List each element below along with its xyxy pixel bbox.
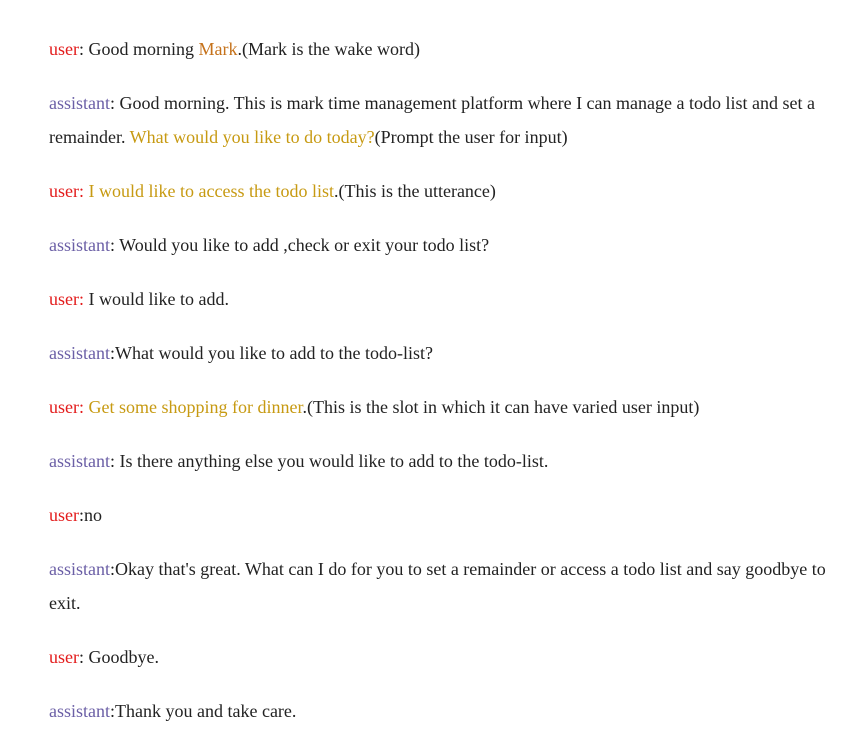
turn-assistant-5: assistant:Okay that's great. What can I … bbox=[49, 552, 837, 620]
message-text: : Would you like to add ,check or exit y… bbox=[110, 235, 490, 255]
message-text: I would like to add. bbox=[88, 289, 229, 309]
slot-highlight: Get some shopping for dinner bbox=[88, 397, 303, 417]
speaker-label-assistant: assistant bbox=[49, 235, 110, 255]
turn-user-1: user: Good morning Mark.(Mark is the wak… bbox=[49, 32, 837, 66]
message-text: : Is there anything else you would like … bbox=[110, 451, 549, 471]
turn-assistant-1: assistant: Good morning. This is mark ti… bbox=[49, 86, 837, 154]
turn-user-3: user: I would like to add. bbox=[49, 282, 837, 316]
speaker-label-user: user bbox=[49, 39, 79, 59]
message-text: :Thank you and take care. bbox=[110, 701, 297, 721]
message-text: :no bbox=[79, 505, 103, 525]
turn-user-6: user: Goodbye. bbox=[49, 640, 837, 674]
speaker-label-assistant: assistant bbox=[49, 451, 110, 471]
speaker-label-user: user bbox=[49, 647, 79, 667]
speaker-label-user: user bbox=[49, 289, 79, 309]
turn-assistant-3: assistant:What would you like to add to … bbox=[49, 336, 837, 370]
wake-word-highlight: Mark bbox=[198, 39, 238, 59]
turn-user-4: user: Get some shopping for dinner.(This… bbox=[49, 390, 837, 424]
turn-assistant-2: assistant: Would you like to add ,check … bbox=[49, 228, 837, 262]
annotation-text: .(This is the utterance) bbox=[333, 181, 496, 201]
annotation-text: .(This is the slot in which it can have … bbox=[302, 397, 700, 417]
message-text: :What would you like to add to the todo-… bbox=[110, 343, 433, 363]
speaker-label-assistant: assistant bbox=[49, 93, 110, 113]
speaker-label-user: user bbox=[49, 505, 79, 525]
speaker-label-user: user bbox=[49, 181, 79, 201]
message-text: :Okay that's great. What can I do for yo… bbox=[49, 559, 826, 613]
speaker-label-assistant: assistant bbox=[49, 343, 110, 363]
chat-transcript: user: Good morning Mark.(Mark is the wak… bbox=[0, 0, 867, 728]
separator-text: : bbox=[79, 289, 89, 309]
turn-user-5: user:no bbox=[49, 498, 837, 532]
prompt-highlight: What would you like to do today? bbox=[129, 127, 375, 147]
annotation-text: .(Mark is the wake word) bbox=[237, 39, 420, 59]
speaker-label-user: user bbox=[49, 397, 79, 417]
utterance-highlight: I would like to access the todo list bbox=[88, 181, 334, 201]
separator-text: : bbox=[79, 181, 89, 201]
turn-user-2: user: I would like to access the todo li… bbox=[49, 174, 837, 208]
turn-assistant-6: assistant:Thank you and take care. bbox=[49, 694, 837, 728]
speaker-label-assistant: assistant bbox=[49, 701, 110, 721]
turn-assistant-4: assistant: Is there anything else you wo… bbox=[49, 444, 837, 478]
annotation-text: (Prompt the user for input) bbox=[374, 127, 568, 147]
message-text: : Good morning bbox=[79, 39, 199, 59]
message-text: : Goodbye. bbox=[79, 647, 159, 667]
speaker-label-assistant: assistant bbox=[49, 559, 110, 579]
separator-text: : bbox=[79, 397, 89, 417]
